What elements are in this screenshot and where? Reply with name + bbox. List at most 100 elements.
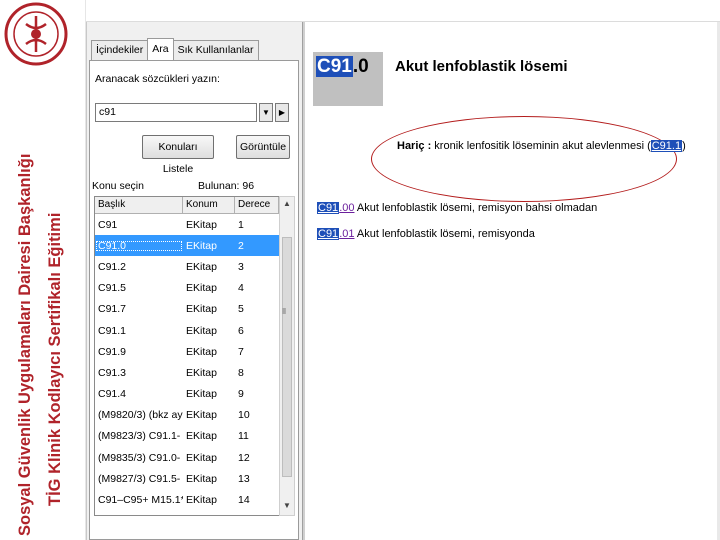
table-row[interactable]: C91.5 EKitap 4: [95, 278, 279, 299]
cell-title: (T-cell) (M9831/1) ...: [95, 515, 183, 516]
display-button[interactable]: Görüntüle: [236, 135, 290, 159]
cell-title: (M9827/3) C91.5-: [98, 472, 181, 485]
banner-title: Sosyal Güvenlik Uygulamaları Dairesi Baş…: [16, 153, 34, 536]
tab-search[interactable]: Ara: [147, 38, 174, 60]
cell-title: C91.7: [98, 303, 127, 316]
code-main: C91: [316, 56, 353, 77]
cell-location: EKitap: [186, 409, 217, 422]
table-header: Başlık Konum Derece: [95, 197, 279, 214]
cell-location: EKitap: [186, 282, 217, 295]
cell-rank: 7: [238, 345, 244, 358]
table-row[interactable]: C91.9 EKitap 7: [95, 341, 279, 362]
cell-title: (M9835/3) C91.0-: [98, 451, 181, 464]
table-row[interactable]: C91.3 EKitap 8: [95, 362, 279, 383]
tab-contents[interactable]: İçindekiler: [91, 40, 149, 60]
cell-location: EKitap: [186, 430, 217, 443]
cell-rank: 5: [238, 303, 244, 316]
subcode-text: Akut lenfoblastik lösemi, remisyon bahsi…: [354, 202, 598, 214]
cell-title: C91.1: [98, 324, 127, 337]
column-location[interactable]: Konum: [183, 197, 235, 213]
search-tab-body: Aranacak sözcükleri yazın: c91 ▼ ▶ Konul…: [89, 60, 299, 540]
table-row[interactable]: C91.4 EKitap 9: [95, 384, 279, 405]
cell-title: (M9820/3) (bkz ayr...: [98, 409, 183, 422]
scroll-thumb[interactable]: [282, 237, 292, 477]
table-row[interactable]: (M9823/3) C91.1- EKitap 11: [95, 426, 279, 447]
content-panel: C91.0 Akut lenfoblastik lösemi Hariç : k…: [309, 22, 720, 540]
excludes-text: kronik lenfositik löseminin akut alevlen…: [431, 140, 651, 152]
cell-title: C91: [98, 218, 118, 231]
cell-location: EKitap: [186, 388, 217, 401]
banner-subtitle: TİG Klinik Kodlayıcı Sertifikalı Eğitimi: [46, 212, 64, 506]
table-row[interactable]: (M9827/3) C91.5- EKitap 13: [95, 468, 279, 489]
column-title[interactable]: Başlık: [95, 197, 183, 213]
cell-location: EKitap: [186, 239, 217, 252]
subcode-link-main[interactable]: C91: [317, 202, 340, 214]
cell-title: C91.5: [98, 282, 127, 295]
play-arrow-icon[interactable]: ▶: [275, 103, 289, 122]
cell-title: C91.3: [98, 366, 127, 379]
navigation-panel: İçindekiler Ara Sık Kullanılanlar Aranac…: [87, 22, 303, 540]
subcode-link-suffix[interactable]: .01: [339, 228, 354, 240]
diagnosis-title: Akut lenfoblastik lösemi: [395, 58, 568, 75]
list-topics-button[interactable]: Konuları Listele: [142, 135, 214, 175]
cell-location: EKitap: [186, 451, 217, 464]
side-banner: Sosyal Güvenlik Uygulamaları Dairesi Baş…: [0, 0, 86, 540]
panel-splitter[interactable]: [303, 22, 305, 540]
scroll-down-icon[interactable]: ▼: [283, 501, 291, 510]
table-row[interactable]: (T-cell) (M9831/1) ...EKitap15: [95, 511, 279, 516]
excludes-code-link[interactable]: C91.1: [650, 140, 683, 152]
table-row[interactable]: C91.0 EKitap 2: [95, 235, 279, 257]
search-input[interactable]: c91: [95, 103, 257, 122]
results-table: Başlık Konum Derece C91 EKitap 1 C91.0 EKita…: [94, 196, 280, 516]
cell-location: EKitap: [186, 260, 217, 273]
cell-rank: 15: [235, 515, 279, 516]
results-scrollbar[interactable]: ▲ ≡ ≡ ▼: [279, 196, 295, 516]
search-label: Aranacak sözcükleri yazın:: [95, 73, 220, 85]
cell-rank: 9: [238, 388, 244, 401]
cell-location: EKitap: [186, 494, 217, 507]
cell-location: EKitap: [186, 303, 217, 316]
subcode-link-main[interactable]: C91: [317, 228, 340, 240]
column-rank[interactable]: Derece: [235, 197, 279, 213]
table-body: C91 EKitap 1 C91.0 EKitap 2 C91.2 EKitap 3 C91.5 E…: [95, 214, 279, 516]
cell-rank: 11: [238, 430, 249, 443]
cell-rank: 6: [238, 324, 244, 337]
tab-favorites[interactable]: Sık Kullanılanlar: [172, 40, 259, 60]
cell-title: C91.9: [98, 345, 127, 358]
code-suffix: .0: [352, 56, 369, 77]
subcode-text: Akut lenfoblastik lösemi, remisyonda: [354, 228, 535, 240]
ebook-window: İçindekiler Ara Sık Kullanılanlar Aranac…: [86, 22, 720, 540]
cell-location: EKitap: [183, 515, 235, 516]
cell-rank: 8: [238, 366, 244, 379]
table-row[interactable]: C91.2 EKitap 3: [95, 256, 279, 277]
table-row[interactable]: C91.1 EKitap 6: [95, 320, 279, 341]
cell-location: EKitap: [186, 366, 217, 379]
table-row[interactable]: (M9835/3) C91.0- EKitap 12: [95, 447, 279, 468]
excludes-note: Hariç : kronik lenfositik löseminin akut…: [397, 140, 686, 152]
scroll-grip-icon: ≡ ≡: [282, 307, 287, 317]
ministry-logo-icon: [4, 2, 68, 66]
cell-rank: 14: [238, 494, 250, 507]
table-row[interactable]: C91.7 EKitap 5: [95, 299, 279, 320]
cell-rank: 4: [238, 282, 244, 295]
cell-location: EKitap: [186, 472, 217, 485]
dropdown-arrow-icon[interactable]: ▼: [259, 103, 273, 122]
cell-title: C91.2: [98, 260, 127, 273]
found-count: Bulunan: 96: [198, 180, 255, 192]
cell-location: EKitap: [186, 324, 217, 337]
table-row[interactable]: C91–C95+ M15.1* EKitap 14: [95, 489, 279, 510]
code-heading: C91.0: [313, 52, 383, 106]
subcode-link-suffix[interactable]: .00: [339, 202, 354, 214]
cell-rank: 1: [238, 218, 244, 231]
subcode-row: C91.01 Akut lenfoblastik lösemi, remisyo…: [317, 228, 535, 240]
cell-rank: 10: [238, 409, 250, 422]
table-row[interactable]: (M9820/3) (bkz ayr...EKitap 10: [95, 405, 279, 426]
scroll-up-icon[interactable]: ▲: [283, 199, 291, 208]
cell-rank: 13: [238, 472, 250, 485]
cell-rank: 2: [238, 239, 244, 252]
cell-rank: 3: [238, 260, 244, 273]
tab-strip: İçindekiler Ara Sık Kullanılanlar: [91, 38, 259, 60]
excludes-close: ): [682, 140, 686, 152]
table-row[interactable]: C91 EKitap 1: [95, 214, 279, 235]
cell-location: EKitap: [186, 345, 217, 358]
